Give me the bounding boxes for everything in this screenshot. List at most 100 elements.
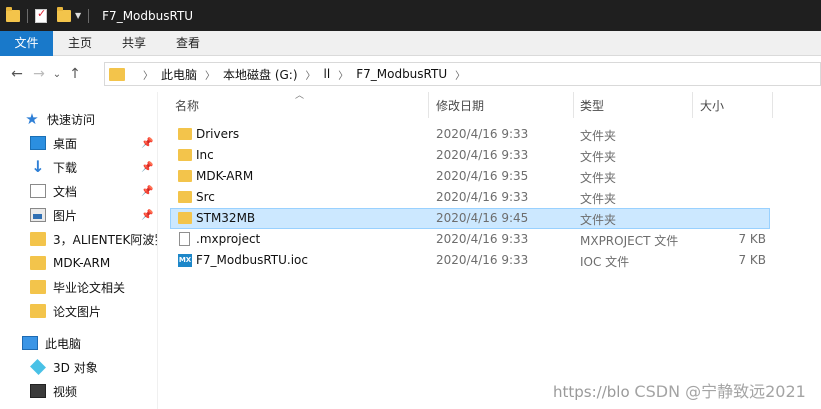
sidebar-item-label: 桌面 <box>53 136 78 151</box>
sidebar-item-this-pc[interactable]: 此电脑 <box>22 332 157 354</box>
file-type: MXPROJECT 文件 <box>580 234 679 248</box>
video-icon <box>30 384 46 398</box>
chevron-right-icon[interactable]: 〉 <box>338 67 348 82</box>
column-resize-handle[interactable] <box>772 92 773 118</box>
folder-icon <box>30 232 46 246</box>
divider <box>27 8 28 23</box>
tab-share[interactable]: 共享 <box>107 31 161 56</box>
file-name: F7_ModbusRTU.ioc <box>196 253 308 267</box>
file-type: IOC 文件 <box>580 255 630 269</box>
file-row[interactable]: Drivers 2020/4/16 9:33 文件夹 <box>170 124 770 145</box>
watermark-brand: CSDN @宁静致远2021 <box>634 382 806 401</box>
sidebar-item-label: 此电脑 <box>45 336 82 351</box>
address-bar[interactable]: 〉 此电脑 〉 本地磁盘 (G:) 〉 ll 〉 F7_ModbusRTU 〉 <box>104 62 821 86</box>
sidebar-item-thesis[interactable]: 毕业论文相关 <box>30 276 157 298</box>
column-resize-handle[interactable] <box>428 92 429 118</box>
up-arrow-icon[interactable]: ↑ <box>64 66 86 82</box>
file-row[interactable]: .mxproject 2020/4/16 9:33 MXPROJECT 文件 7… <box>170 229 770 250</box>
file-row[interactable]: MX F7_ModbusRTU.ioc 2020/4/16 9:33 IOC 文… <box>170 250 770 271</box>
pane-divider[interactable] <box>157 92 158 409</box>
forward-arrow-icon[interactable]: → <box>28 66 50 82</box>
breadcrumb-ll[interactable]: ll <box>324 67 331 81</box>
sidebar-item-thesis-images[interactable]: 论文图片 <box>30 300 157 322</box>
folder-icon[interactable] <box>6 6 20 22</box>
breadcrumb-drive[interactable]: 本地磁盘 (G:) <box>223 66 298 83</box>
column-header-type[interactable]: 类型 <box>580 97 604 114</box>
watermark-url: https://blo <box>553 383 630 401</box>
sidebar-item-label: 文档 <box>53 184 78 199</box>
back-arrow-icon[interactable]: ← <box>6 66 28 82</box>
file-date: 2020/4/16 9:33 <box>436 232 529 246</box>
breadcrumb: 〉 此电脑 〉 本地磁盘 (G:) 〉 ll 〉 F7_ModbusRTU 〉 <box>135 66 473 83</box>
chevron-right-icon[interactable]: 〉 <box>455 67 465 82</box>
chevron-right-icon[interactable]: 〉 <box>143 67 153 82</box>
chevron-right-icon[interactable]: 〉 <box>306 67 316 82</box>
document-icon <box>30 184 46 198</box>
file-size: 7 KB <box>738 253 766 267</box>
window-title: F7_ModbusRTU <box>102 8 194 23</box>
column-header-date[interactable]: 修改日期 <box>436 97 484 114</box>
pictures-icon <box>30 208 46 222</box>
column-resize-handle[interactable] <box>692 92 693 118</box>
file-row[interactable]: Src 2020/4/16 9:33 文件夹 <box>170 187 770 208</box>
sidebar-item-label: 视频 <box>53 384 78 399</box>
folder-icon <box>178 191 192 203</box>
sidebar-item-label: 图片 <box>53 208 78 223</box>
desktop-icon <box>30 136 46 150</box>
pin-icon[interactable]: 📌 <box>141 186 153 197</box>
column-header-name[interactable]: 名称 <box>175 97 199 114</box>
sidebar-item-label: 毕业论文相关 <box>53 280 126 295</box>
sidebar-item-desktop[interactable]: 桌面 📌 <box>30 132 157 154</box>
stm32cubemx-icon: MX <box>178 254 192 267</box>
new-folder-icon[interactable] <box>57 6 71 22</box>
file-row[interactable]: Inc 2020/4/16 9:33 文件夹 <box>170 145 770 166</box>
sidebar-item-videos[interactable]: 视频 <box>30 380 157 402</box>
column-headers: 名称 修改日期 类型 大小 <box>0 92 821 120</box>
sidebar-item-label: 3D 对象 <box>53 360 98 375</box>
folder-icon <box>178 212 192 224</box>
file-date: 2020/4/16 9:45 <box>436 211 529 225</box>
folder-icon <box>30 304 46 318</box>
file-date: 2020/4/16 9:35 <box>436 169 529 183</box>
sidebar-item-alientek[interactable]: 3，ALIENTEK阿波罗 <box>30 228 157 250</box>
column-header-size[interactable]: 大小 <box>700 97 724 114</box>
3d-objects-icon <box>30 359 46 375</box>
ribbon-tabs: 文件 主页 共享 查看 <box>0 31 821 56</box>
file-type: 文件夹 <box>580 171 617 185</box>
file-name: Src <box>196 190 215 204</box>
file-name: Drivers <box>196 127 240 141</box>
file-row-selected[interactable]: STM32MB 2020/4/16 9:45 文件夹 <box>170 208 770 229</box>
pin-icon[interactable]: 📌 <box>141 210 153 221</box>
sidebar-item-label: 3，ALIENTEK阿波罗 <box>53 232 157 247</box>
chevron-right-icon[interactable]: 〉 <box>205 67 215 82</box>
file-type: 文件夹 <box>580 129 617 143</box>
watermark: https://blo CSDN @宁静致远2021 <box>553 378 806 402</box>
file-type: 文件夹 <box>580 150 617 164</box>
file-date: 2020/4/16 9:33 <box>436 190 529 204</box>
title-bar: ▼ F7_ModbusRTU <box>0 0 821 31</box>
recent-locations-icon[interactable]: ⌄ <box>50 69 64 80</box>
file-row[interactable]: MDK-ARM 2020/4/16 9:35 文件夹 <box>170 166 770 187</box>
tab-home[interactable]: 主页 <box>53 31 107 56</box>
folder-icon <box>178 170 192 182</box>
file-icon <box>179 232 190 246</box>
pin-icon[interactable]: 📌 <box>141 138 153 149</box>
customize-toolbar-icon[interactable]: ▼ <box>75 11 81 20</box>
sidebar-item-label: 下载 <box>53 160 78 175</box>
sidebar-item-mdk-arm[interactable]: MDK-ARM <box>30 252 157 274</box>
sidebar-item-downloads[interactable]: ↓ 下载 📌 <box>30 156 157 178</box>
file-size: 7 KB <box>738 232 766 246</box>
properties-icon[interactable] <box>35 7 47 23</box>
tab-view[interactable]: 查看 <box>161 31 215 56</box>
column-resize-handle[interactable] <box>573 92 574 118</box>
file-name: STM32MB <box>196 211 256 225</box>
divider <box>88 8 90 23</box>
breadcrumb-current[interactable]: F7_ModbusRTU <box>356 67 447 81</box>
pin-icon[interactable]: 📌 <box>141 162 153 173</box>
breadcrumb-this-pc[interactable]: 此电脑 <box>161 66 197 83</box>
file-date: 2020/4/16 9:33 <box>436 148 529 162</box>
sidebar-item-documents[interactable]: 文档 📌 <box>30 180 157 202</box>
sidebar-item-pictures[interactable]: 图片 📌 <box>30 204 157 226</box>
tab-file[interactable]: 文件 <box>0 31 53 56</box>
sidebar-item-3d-objects[interactable]: 3D 对象 <box>30 356 157 378</box>
